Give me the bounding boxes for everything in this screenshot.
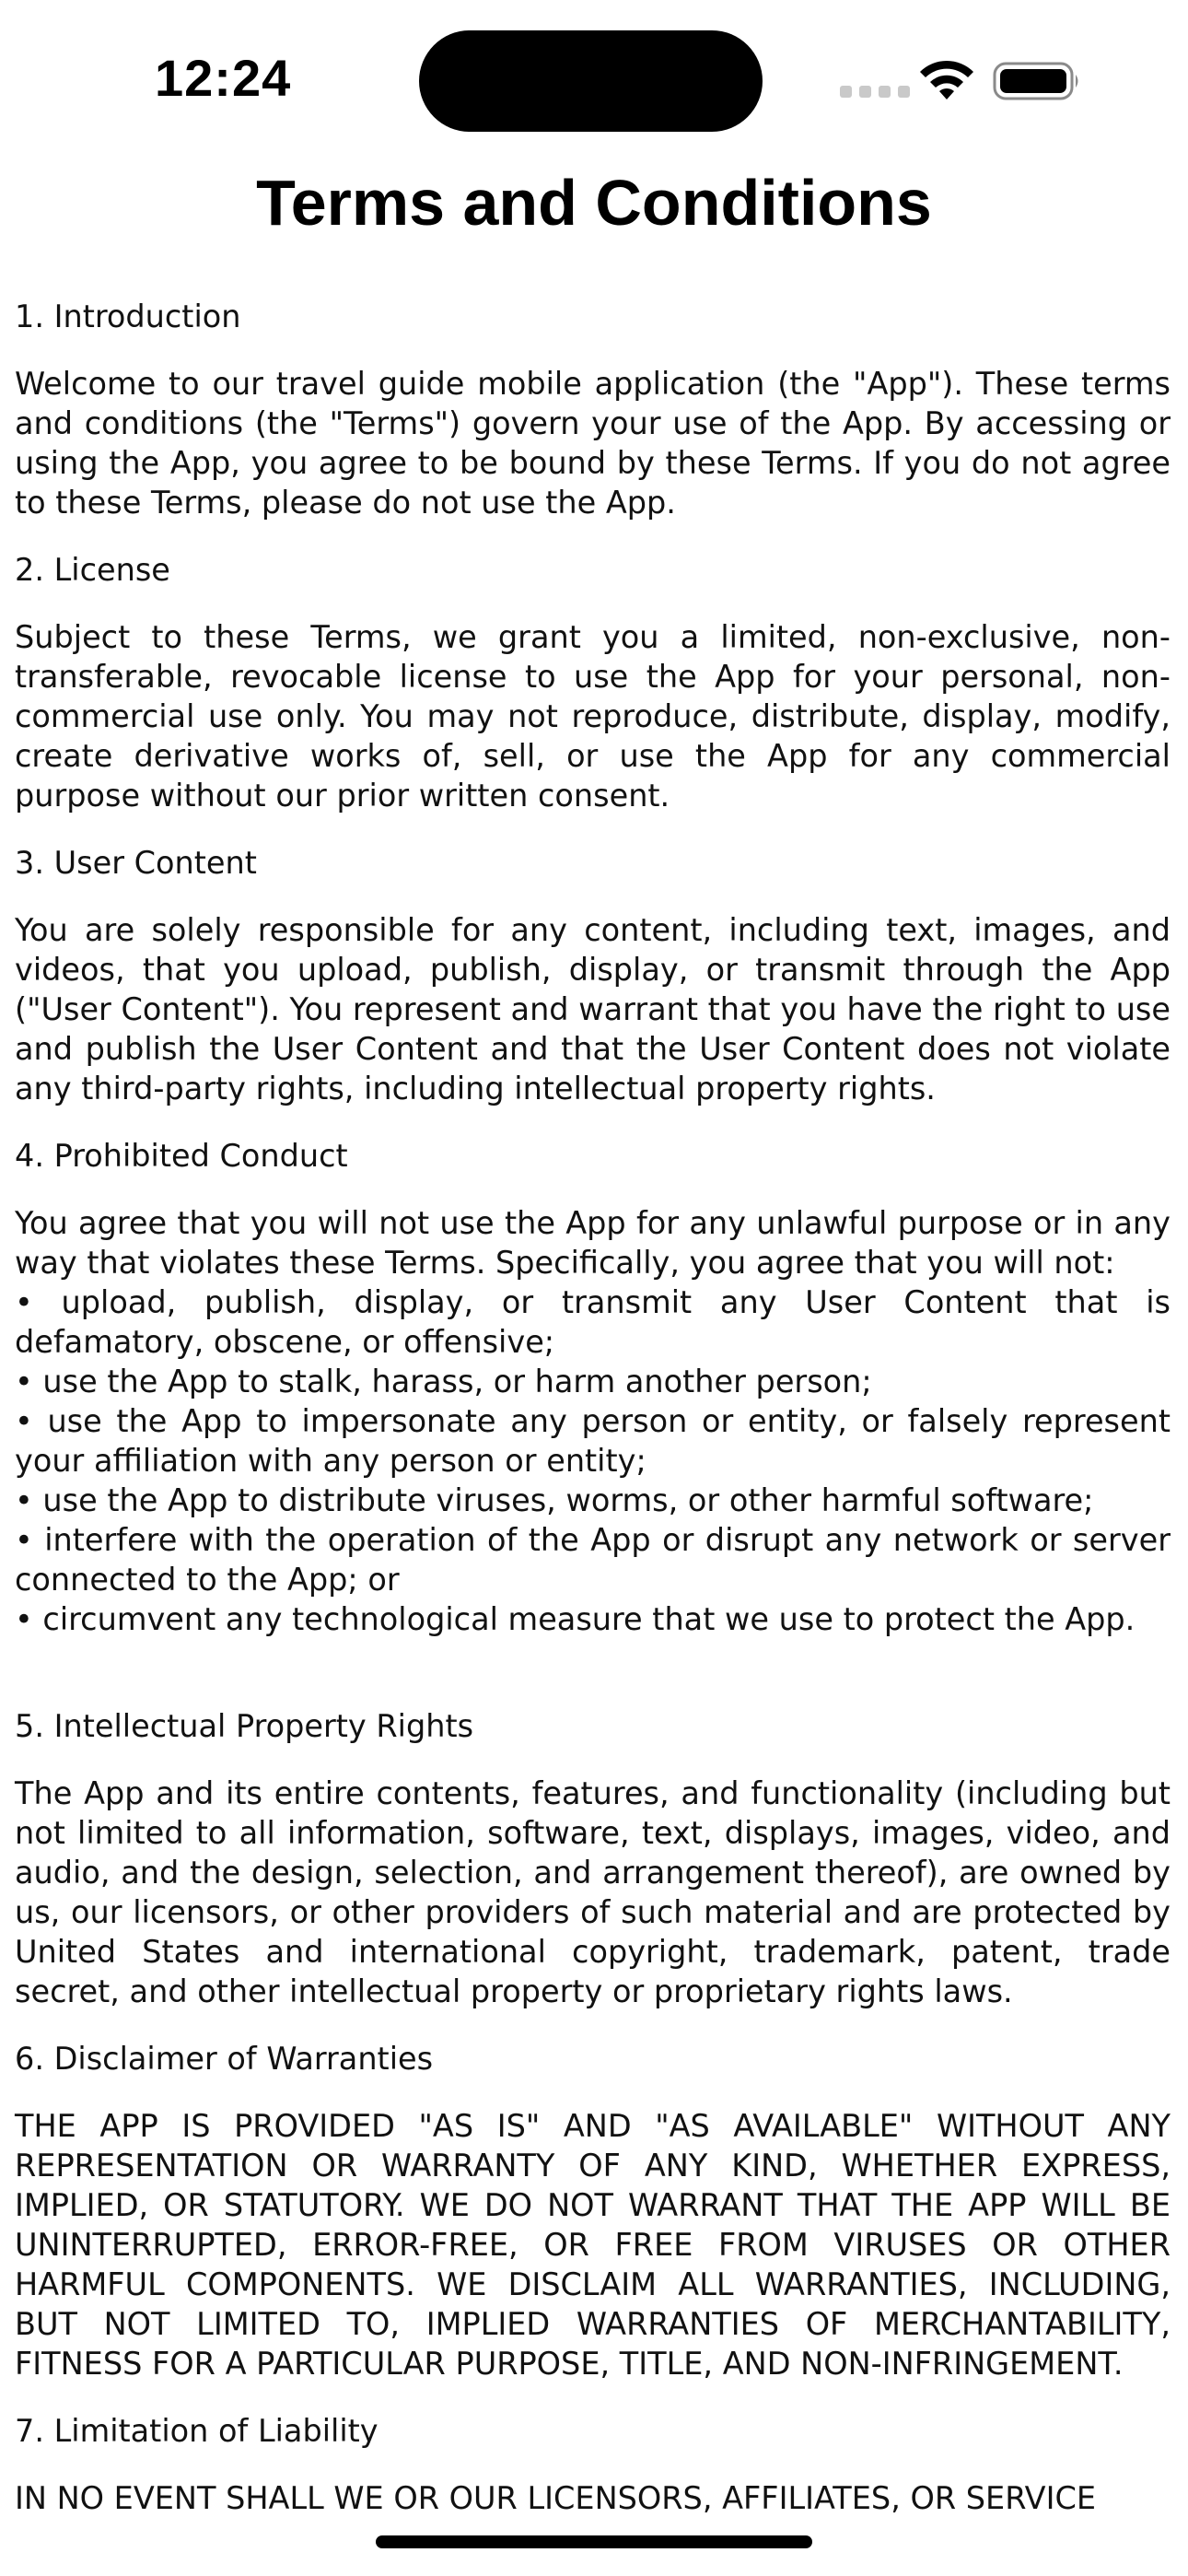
section-introduction: 1. Introduction Welcome to our travel gu… (15, 297, 1171, 522)
section-user-content: 3. User Content You are solely responsib… (15, 843, 1171, 1108)
list-item: use the App to distribute viruses, worms… (15, 1481, 1171, 1520)
section-prohibited-conduct: 4. Prohibited Conduct You agree that you… (15, 1136, 1171, 1706)
status-bar: 12:24 (0, 0, 1188, 147)
section-body: IN NO EVENT SHALL WE OR OUR LICENSORS, A… (15, 2480, 1097, 2516)
list-item: upload, publish, display, or transmit an… (15, 1282, 1171, 1362)
section-body: Welcome to our travel guide mobile appli… (15, 366, 1171, 521)
section-limitation-of-liability: 7. Limitation of Liability IN NO EVENT S… (15, 2411, 1171, 2518)
section-heading: 3. User Content (15, 845, 257, 881)
section-body: THE APP IS PROVIDED "AS IS" AND "AS AVAI… (15, 2108, 1171, 2382)
section-heading: 5. Intellectual Property Rights (15, 1708, 474, 1744)
battery-icon (993, 62, 1078, 100)
wifi-icon (920, 60, 973, 100)
dynamic-island (419, 30, 763, 132)
section-body: You agree that you will not use the App … (15, 1205, 1171, 1281)
cellular-signal-icon (840, 86, 910, 99)
list-item: use the App to impersonate any person or… (15, 1401, 1171, 1481)
section-body: The App and its entire contents, feature… (15, 1775, 1171, 2009)
section-heading: 4. Prohibited Conduct (15, 1138, 348, 1174)
list-item: circumvent any technological measure tha… (15, 1599, 1171, 1639)
section-license: 2. License Subject to these Terms, we gr… (15, 550, 1171, 815)
list-item: interfere with the operation of the App … (15, 1520, 1171, 1599)
section-heading: 7. Limitation of Liability (15, 2413, 379, 2449)
section-heading: 2. License (15, 552, 170, 588)
section-heading: 1. Introduction (15, 299, 241, 334)
terms-content[interactable]: 1. Introduction Welcome to our travel gu… (15, 297, 1171, 2546)
page-title: Terms and Conditions (256, 167, 932, 239)
section-intellectual-property: 5. Intellectual Property Rights The App … (15, 1706, 1171, 2011)
section-body: Subject to these Terms, we grant you a l… (15, 619, 1171, 814)
prohibited-list: upload, publish, display, or transmit an… (15, 1282, 1171, 1639)
section-heading: 6. Disclaimer of Warranties (15, 2041, 434, 2077)
section-body: You are solely responsible for any conte… (15, 912, 1171, 1107)
list-item: use the App to stalk, harass, or harm an… (15, 1362, 1171, 1401)
home-indicator[interactable] (376, 2535, 812, 2548)
section-disclaimer: 6. Disclaimer of Warranties THE APP IS P… (15, 2039, 1171, 2383)
status-time: 12:24 (155, 49, 292, 107)
